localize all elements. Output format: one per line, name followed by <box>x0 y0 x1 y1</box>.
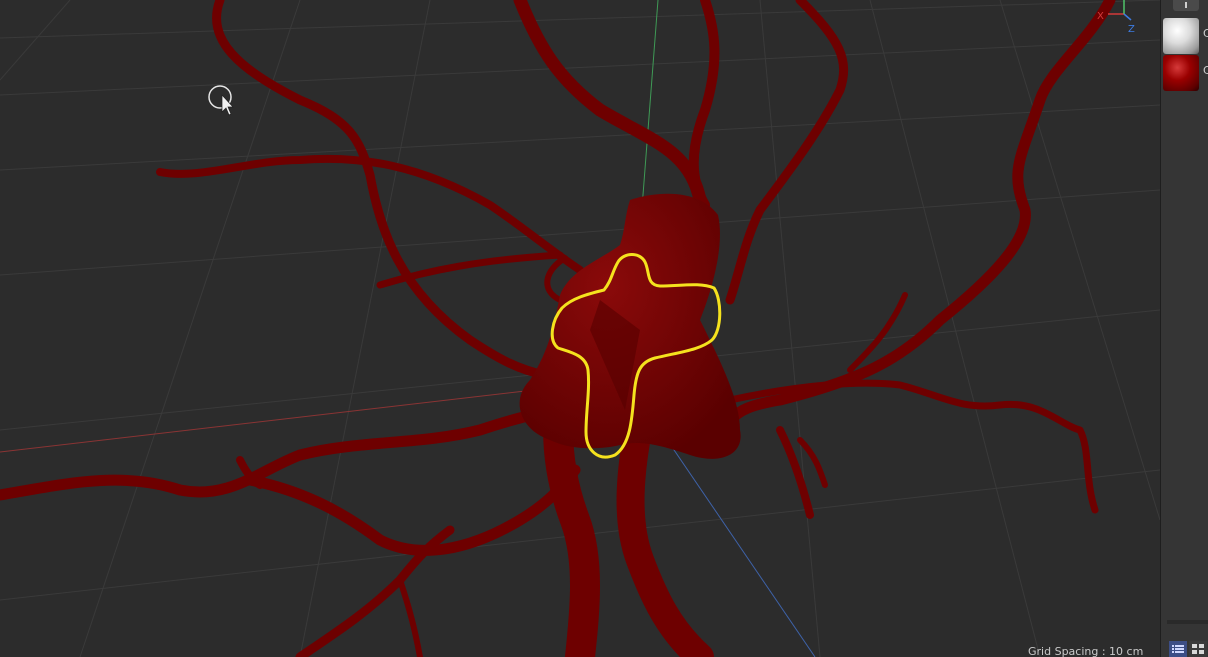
white-sphere-swatch[interactable] <box>1163 18 1199 54</box>
material-panel: C C <box>1160 0 1208 657</box>
panel-divider <box>1167 620 1208 624</box>
grid-spacing-label: Grid Spacing : 10 cm <box>1028 645 1144 657</box>
gizmo-z-label: Z <box>1128 24 1135 35</box>
cursor-ring-icon <box>208 85 234 116</box>
gizmo-x-label: X <box>1097 11 1104 22</box>
panel-collapse-button[interactable] <box>1173 0 1199 11</box>
material-item-red[interactable]: C <box>1163 55 1208 91</box>
material-name: C <box>1203 27 1208 40</box>
viewport-scene[interactable]: X Z <box>0 0 1160 657</box>
3d-viewport[interactable]: X Z Grid Spacing : 10 cm <box>0 0 1160 657</box>
list-view-icon[interactable] <box>1169 641 1187 657</box>
app-window: X Z Grid Spacing : 10 cm C C <box>0 0 1208 657</box>
red-sphere-swatch[interactable] <box>1163 55 1199 91</box>
grid-view-icon[interactable] <box>1189 641 1207 657</box>
material-item-white[interactable]: C <box>1163 18 1208 54</box>
material-name: C <box>1203 64 1208 77</box>
